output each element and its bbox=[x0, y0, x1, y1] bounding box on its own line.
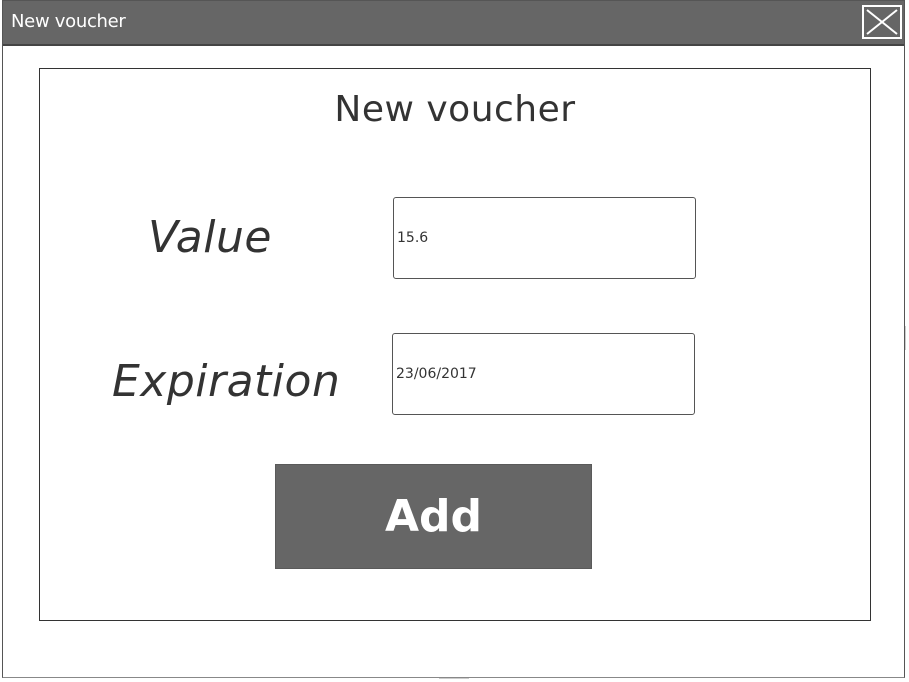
add-button[interactable]: Add bbox=[275, 464, 592, 569]
voucher-window: New voucher New voucher Value Expiration… bbox=[2, 0, 905, 678]
window-titlebar[interactable]: New voucher bbox=[3, 1, 904, 46]
close-icon bbox=[866, 9, 898, 35]
resize-handle-right[interactable] bbox=[905, 326, 909, 350]
window-title: New voucher bbox=[11, 11, 126, 32]
resize-handle-bottom[interactable] bbox=[439, 678, 469, 682]
close-button[interactable] bbox=[862, 5, 902, 39]
expiration-input[interactable] bbox=[392, 333, 695, 415]
expiration-label: Expiration bbox=[112, 356, 341, 407]
value-input[interactable] bbox=[393, 197, 696, 279]
form-heading: New voucher bbox=[334, 89, 576, 130]
value-label: Value bbox=[148, 212, 272, 263]
voucher-form-panel: New voucher Value Expiration Add bbox=[39, 68, 871, 621]
